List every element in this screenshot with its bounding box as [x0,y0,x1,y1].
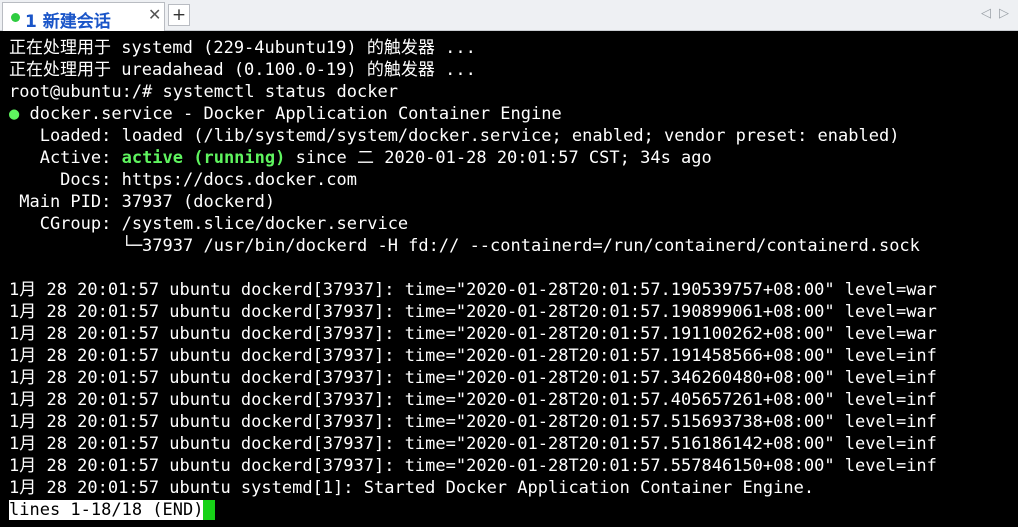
scroll-tabs-right-icon[interactable]: ▷ [999,6,1009,21]
service-title: docker.service - Docker Application Cont… [19,104,562,124]
active-label: Active: [9,148,122,168]
pager-status-line: lines 1-18/18 (END) [9,499,937,521]
cgroup-process-line: └─37937 /usr/bin/dockerd -H fd:// --cont… [9,236,920,256]
pager-status: lines 1-18/18 (END) [9,500,204,520]
log-line: 1月 28 20:01:57 ubuntu dockerd[37937]: ti… [9,346,937,366]
log-line: 1月 28 20:01:57 ubuntu dockerd[37937]: ti… [9,280,937,300]
active-line: Active: active (running) since 二 2020-01… [9,147,937,169]
terminal-area[interactable]: 正在处理用于 systemd (229-4ubuntu19) 的触发器 ... … [0,31,1018,527]
log-line: 1月 28 20:01:57 ubuntu dockerd[37937]: ti… [9,412,937,432]
command-line: root@ubuntu:/# systemctl status docker [9,82,398,102]
log-line: 1月 28 20:01:57 ubuntu dockerd[37937]: ti… [9,324,937,344]
log-line: 1月 28 20:01:57 ubuntu dockerd[37937]: ti… [9,456,937,476]
connected-status-icon [11,13,20,22]
docs-line: Docs: https://docs.docker.com [9,170,357,190]
service-header: ● docker.service - Docker Application Co… [9,103,937,125]
main-pid-line: Main PID: 37937 (dockerd) [9,192,276,212]
cgroup-line: CGroup: /system.slice/docker.service [9,214,409,234]
loaded-line: Loaded: loaded (/lib/systemd/system/dock… [9,126,900,146]
log-line: 1月 28 20:01:57 ubuntu systemd[1]: Starte… [9,478,815,498]
tab-bar: 1 新建会话 ✕ + ◁ ▷ [0,0,1018,32]
log-line: 1月 28 20:01:57 ubuntu dockerd[37937]: ti… [9,434,937,454]
log-line: 1月 28 20:01:57 ubuntu dockerd[37937]: ti… [9,390,937,410]
scroll-tabs-left-icon[interactable]: ◁ [981,6,991,21]
active-state: active (running) [121,148,286,168]
session-tab[interactable]: 1 新建会话 ✕ [2,2,165,32]
log-line: 1月 28 20:01:57 ubuntu dockerd[37937]: ti… [9,302,937,322]
service-status-bullet-icon: ● [9,104,20,124]
close-tab-icon[interactable]: ✕ [148,5,161,24]
new-tab-button[interactable]: + [168,4,190,26]
tab-title[interactable]: 1 新建会话 [25,7,111,32]
log-line: 1月 28 20:01:57 ubuntu dockerd[37937]: ti… [9,368,937,388]
terminal-line: 正在处理用于 systemd (229-4ubuntu19) 的触发器 ... [9,38,476,58]
terminal-output: 正在处理用于 systemd (229-4ubuntu19) 的触发器 ... … [9,37,937,521]
active-since: since 二 2020-01-28 20:01:57 CST; 34s ago [285,148,712,168]
terminal-cursor [203,500,216,520]
terminal-line: 正在处理用于 ureadahead (0.100.0-19) 的触发器 ... [9,60,476,80]
